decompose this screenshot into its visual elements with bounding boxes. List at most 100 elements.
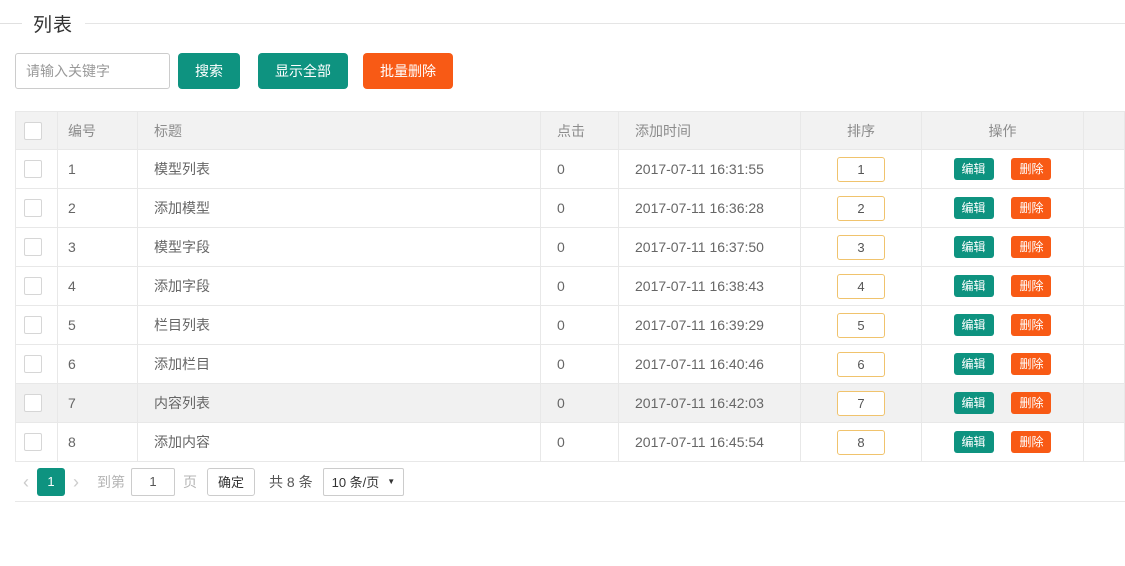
page-size-select[interactable]: 10 条/页 ▼ [323,468,405,496]
table-row: 2 添加模型 0 2017-07-11 16:36:28 编辑 删除 [16,189,1125,228]
delete-button[interactable]: 删除 [1011,158,1051,180]
delete-button[interactable]: 删除 [1011,431,1051,453]
cell-actions: 编辑 删除 [922,423,1084,462]
table-row: 1 模型列表 0 2017-07-11 16:31:55 编辑 删除 [16,150,1125,189]
row-checkbox-cell [16,423,58,462]
cell-actions: 编辑 删除 [922,306,1084,345]
cell-add-time: 2017-07-11 16:36:28 [619,189,801,228]
data-table-wrap: 编号 标题 点击 添加时间 排序 操作 1 模型列表 0 2017-07-11 … [15,111,1125,462]
sort-input[interactable] [837,313,885,338]
select-all-checkbox[interactable] [24,122,42,140]
cell-id: 2 [58,189,138,228]
cell-title: 添加模型 [138,189,541,228]
cell-title: 添加栏目 [138,345,541,384]
sort-input[interactable] [837,391,885,416]
cell-sort [801,345,922,384]
table-row: 8 添加内容 0 2017-07-11 16:45:54 编辑 删除 [16,423,1125,462]
row-checkbox-cell [16,306,58,345]
cell-actions: 编辑 删除 [922,267,1084,306]
delete-button[interactable]: 删除 [1011,275,1051,297]
cell-sort [801,423,922,462]
table-row: 7 内容列表 0 2017-07-11 16:42:03 编辑 删除 [16,384,1125,423]
show-all-button[interactable]: 显示全部 [258,53,348,89]
row-checkbox[interactable] [24,316,42,334]
edit-button[interactable]: 编辑 [954,314,994,336]
row-checkbox[interactable] [24,355,42,373]
edit-button[interactable]: 编辑 [954,353,994,375]
total-count-label: 共 8 条 [269,472,313,492]
row-checkbox[interactable] [24,160,42,178]
table-body: 1 模型列表 0 2017-07-11 16:31:55 编辑 删除 2 添加模… [16,150,1125,462]
cell-clicks: 0 [541,423,619,462]
table-row: 6 添加栏目 0 2017-07-11 16:40:46 编辑 删除 [16,345,1125,384]
delete-button[interactable]: 删除 [1011,392,1051,414]
edit-button[interactable]: 编辑 [954,158,994,180]
cell-id: 6 [58,345,138,384]
row-checkbox[interactable] [24,394,42,412]
search-button[interactable]: 搜索 [178,53,240,89]
row-checkbox[interactable] [24,238,42,256]
goto-label: 到第 [97,472,125,492]
delete-button[interactable]: 删除 [1011,236,1051,258]
search-input[interactable] [15,53,170,89]
cell-clicks: 0 [541,384,619,423]
cell-sort [801,267,922,306]
cell-filler [1084,423,1125,462]
cell-clicks: 0 [541,189,619,228]
delete-button[interactable]: 删除 [1011,314,1051,336]
page-size-value: 10 条/页 [332,472,380,491]
cell-clicks: 0 [541,345,619,384]
cell-id: 5 [58,306,138,345]
delete-button[interactable]: 删除 [1011,197,1051,219]
cell-sort [801,228,922,267]
header-title: 标题 [138,112,541,150]
batch-delete-button[interactable]: 批量删除 [363,53,453,89]
cell-add-time: 2017-07-11 16:37:50 [619,228,801,267]
cell-id: 8 [58,423,138,462]
row-checkbox[interactable] [24,277,42,295]
row-checkbox-cell [16,267,58,306]
sort-input[interactable] [837,157,885,182]
cell-actions: 编辑 删除 [922,228,1084,267]
sort-input[interactable] [837,430,885,455]
cell-actions: 编辑 删除 [922,150,1084,189]
row-checkbox-cell [16,150,58,189]
cell-sort [801,306,922,345]
cell-id: 4 [58,267,138,306]
delete-button[interactable]: 删除 [1011,353,1051,375]
data-table: 编号 标题 点击 添加时间 排序 操作 1 模型列表 0 2017-07-11 … [15,111,1125,462]
edit-button[interactable]: 编辑 [954,431,994,453]
edit-button[interactable]: 编辑 [954,236,994,258]
sort-input[interactable] [837,352,885,377]
cell-filler [1084,345,1125,384]
cell-filler [1084,189,1125,228]
next-page-icon[interactable]: › [65,473,87,491]
header-clicks: 点击 [541,112,619,150]
confirm-button[interactable]: 确定 [207,468,255,496]
row-checkbox[interactable] [24,199,42,217]
prev-page-icon[interactable]: ‹ [15,473,37,491]
cell-clicks: 0 [541,150,619,189]
caret-down-icon: ▼ [387,477,395,486]
goto-page-input[interactable] [131,468,175,496]
row-checkbox-cell [16,345,58,384]
sort-input[interactable] [837,235,885,260]
row-checkbox[interactable] [24,433,42,451]
cell-add-time: 2017-07-11 16:45:54 [619,423,801,462]
table-row: 3 模型字段 0 2017-07-11 16:37:50 编辑 删除 [16,228,1125,267]
cell-title: 添加内容 [138,423,541,462]
edit-button[interactable]: 编辑 [954,275,994,297]
pagination-bar: ‹ 1 › 到第 页 确定 共 8 条 10 条/页 ▼ [15,462,1125,502]
cell-id: 1 [58,150,138,189]
edit-button[interactable]: 编辑 [954,392,994,414]
header-actions: 操作 [922,112,1084,150]
sort-input[interactable] [837,274,885,299]
page-unit-label: 页 [183,472,197,492]
cell-title: 栏目列表 [138,306,541,345]
current-page-button[interactable]: 1 [37,468,65,496]
cell-clicks: 0 [541,228,619,267]
cell-sort [801,189,922,228]
cell-filler [1084,306,1125,345]
sort-input[interactable] [837,196,885,221]
edit-button[interactable]: 编辑 [954,197,994,219]
